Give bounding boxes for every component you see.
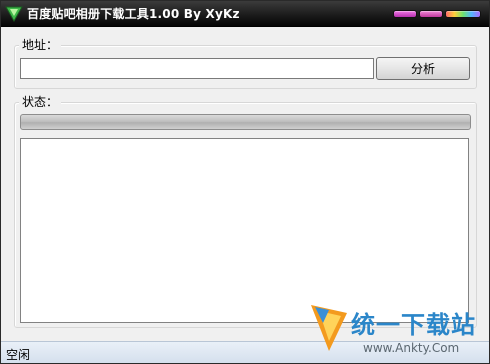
status-bar: 空闲 xyxy=(1,341,489,363)
close-button[interactable] xyxy=(445,10,481,18)
title-bar[interactable]: 百度贴吧相册下载工具1.00 By XyKz xyxy=(1,1,489,27)
status-label: 状态： xyxy=(19,93,62,110)
progress-bar xyxy=(20,114,471,130)
maximize-button[interactable] xyxy=(419,10,443,18)
status-bar-text: 空闲 xyxy=(6,348,31,362)
minimize-button[interactable] xyxy=(393,10,417,18)
url-input[interactable] xyxy=(20,58,374,79)
window-title: 百度贴吧相册下载工具1.00 By XyKz xyxy=(27,7,240,21)
log-textarea[interactable] xyxy=(20,138,469,323)
analyze-button[interactable]: 分析 xyxy=(376,57,470,80)
address-label: 地址： xyxy=(19,36,62,53)
app-window: 百度贴吧相册下载工具1.00 By XyKz 地址： 分析 状态： 空闲 统一下… xyxy=(0,0,490,364)
app-icon xyxy=(5,6,23,22)
